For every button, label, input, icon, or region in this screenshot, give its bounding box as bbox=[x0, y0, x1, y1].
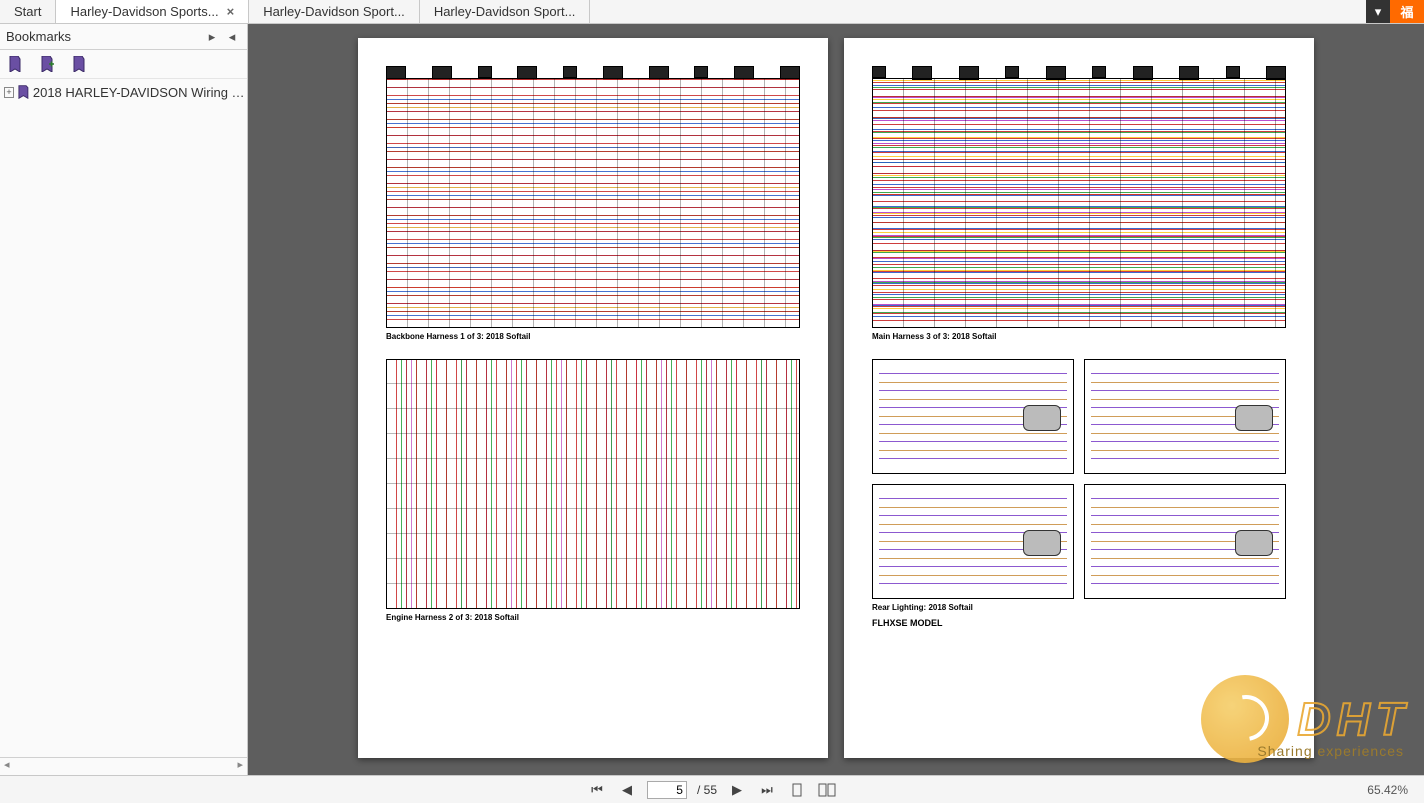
next-page-button[interactable]: ▶ bbox=[727, 780, 747, 800]
last-page-button[interactable]: ⏭ bbox=[757, 780, 777, 800]
tab-doc-1[interactable]: Harley-Davidson Sports... × bbox=[56, 0, 249, 23]
wiring-diagram-small bbox=[1084, 359, 1286, 474]
first-page-button[interactable]: ⏮ bbox=[587, 780, 607, 800]
bookmark-icon bbox=[18, 85, 29, 99]
diagram-caption: Backbone Harness 1 of 3: 2018 Softail bbox=[386, 332, 800, 341]
prev-page-button[interactable]: ◀ bbox=[617, 780, 637, 800]
first-page-icon: ⏮ bbox=[591, 782, 603, 798]
scroll-right-icon[interactable]: ▸ bbox=[237, 758, 243, 775]
tree-item-label: 2018 HARLEY-DAVIDSON Wiring Diag… bbox=[33, 85, 247, 100]
connector-block bbox=[1226, 66, 1240, 78]
connector-block bbox=[1005, 66, 1019, 78]
tab-doc-3[interactable]: Harley-Davidson Sport... bbox=[420, 0, 591, 23]
bookmark-collapse-icon[interactable] bbox=[72, 56, 86, 72]
sidebar-title: Bookmarks bbox=[6, 29, 201, 44]
tab-label: Start bbox=[14, 4, 41, 19]
brand-glyph: 福 bbox=[1400, 2, 1413, 21]
diagram-caption: Engine Harness 2 of 3: 2018 Softail bbox=[386, 613, 800, 622]
connector-block bbox=[1092, 66, 1106, 78]
chevron-right-icon: ▸ bbox=[209, 29, 216, 45]
bookmark-tree[interactable]: + 2018 HARLEY-DAVIDSON Wiring Diag… bbox=[0, 79, 247, 757]
chevron-left-icon: ◀ bbox=[622, 782, 632, 798]
page-total-value: 55 bbox=[704, 783, 717, 797]
connector-block bbox=[872, 66, 886, 78]
main-area: Bookmarks ▸ ◂ + 2018 HARLEY-DAVIDSO bbox=[0, 24, 1424, 775]
zoom-level[interactable]: 65.42% bbox=[1367, 783, 1408, 797]
sub-diagram-grid bbox=[872, 359, 1286, 599]
facing-pages-view-button[interactable] bbox=[817, 780, 837, 800]
page-total-label: / 55 bbox=[697, 783, 717, 797]
tab-strip: Start Harley-Davidson Sports... × Harley… bbox=[0, 0, 1424, 24]
diagram-caption: Rear Lighting: 2018 Softail bbox=[872, 603, 1286, 612]
last-page-icon: ⏭ bbox=[761, 782, 773, 798]
sidebar-toolbar bbox=[0, 50, 247, 79]
single-page-view-button[interactable] bbox=[787, 780, 807, 800]
facing-pages-icon bbox=[818, 783, 836, 797]
sidebar-options-button[interactable]: ▸ bbox=[203, 28, 221, 46]
connector-block bbox=[694, 66, 708, 78]
scroll-left-icon[interactable]: ◂ bbox=[4, 758, 10, 775]
page-number-input[interactable] bbox=[647, 781, 687, 799]
sidebar-header: Bookmarks ▸ ◂ bbox=[0, 24, 247, 50]
pdf-page-right: Main Harness 3 of 3: 2018 Softail Rear L… bbox=[844, 38, 1314, 758]
diagram-caption: Main Harness 3 of 3: 2018 Softail bbox=[872, 332, 1286, 341]
tab-overflow-dropdown[interactable]: ▾ bbox=[1366, 0, 1390, 23]
bookmark-add-icon[interactable] bbox=[40, 56, 54, 72]
sidebar-collapse-button[interactable]: ◂ bbox=[223, 28, 241, 46]
tab-start[interactable]: Start bbox=[0, 0, 56, 23]
wiring-diagram bbox=[386, 78, 800, 328]
model-caption: FLHXSE MODEL bbox=[872, 618, 1286, 628]
wiring-diagram-small bbox=[872, 484, 1074, 599]
wiring-diagram bbox=[872, 78, 1286, 328]
watermark-subtitle: Sharing experiences bbox=[1257, 743, 1404, 759]
tree-expand-icon[interactable]: + bbox=[4, 87, 14, 98]
tab-label: Harley-Davidson Sport... bbox=[434, 4, 576, 19]
page-nav-bar: ⏮ ◀ / 55 ▶ ⏭ 65.42% bbox=[0, 775, 1424, 803]
single-page-icon bbox=[790, 783, 804, 797]
wiring-diagram-small bbox=[1084, 484, 1286, 599]
connector-block bbox=[563, 66, 577, 78]
app-brand-button[interactable]: 福 bbox=[1390, 0, 1424, 23]
wiring-diagram bbox=[386, 359, 800, 609]
tab-label: Harley-Davidson Sports... bbox=[70, 4, 218, 19]
bookmark-expand-icon[interactable] bbox=[8, 56, 22, 72]
tab-doc-2[interactable]: Harley-Davidson Sport... bbox=[249, 0, 420, 23]
tabstrip-spacer bbox=[590, 0, 1366, 23]
sidebar-hscroll[interactable]: ◂ ▸ bbox=[0, 757, 247, 775]
chevron-right-icon: ▶ bbox=[732, 782, 742, 798]
chevron-left-icon: ◂ bbox=[229, 29, 236, 45]
close-icon[interactable]: × bbox=[227, 4, 235, 19]
connector-block bbox=[478, 66, 492, 78]
document-viewport[interactable]: Backbone Harness 1 of 3: 2018 Softail En… bbox=[248, 24, 1424, 775]
tab-label: Harley-Davidson Sport... bbox=[263, 4, 405, 19]
bookmarks-sidebar: Bookmarks ▸ ◂ + 2018 HARLEY-DAVIDSO bbox=[0, 24, 248, 775]
chevron-down-icon: ▾ bbox=[1375, 4, 1382, 20]
wiring-diagram-small bbox=[872, 359, 1074, 474]
pdf-page-left: Backbone Harness 1 of 3: 2018 Softail En… bbox=[358, 38, 828, 758]
page-spread: Backbone Harness 1 of 3: 2018 Softail En… bbox=[358, 24, 1314, 772]
tree-item[interactable]: + 2018 HARLEY-DAVIDSON Wiring Diag… bbox=[4, 81, 247, 103]
